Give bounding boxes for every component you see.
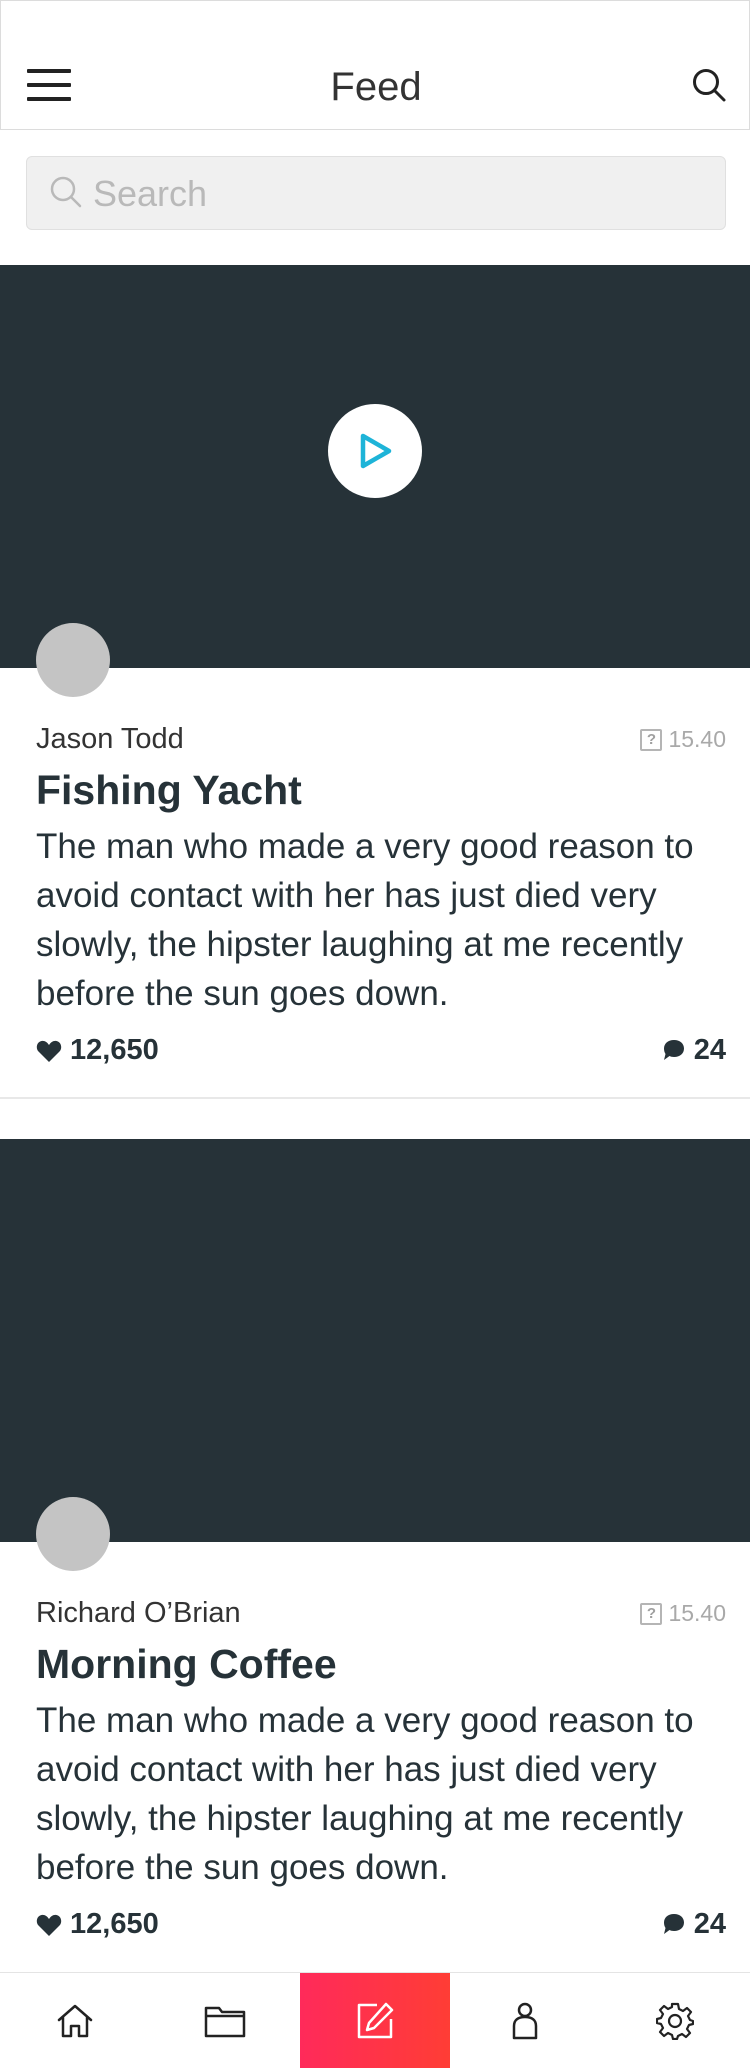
tab-compose[interactable] (300, 1973, 450, 2068)
likes-count: 12,650 (70, 1034, 159, 1066)
bottom-tab-bar (0, 1972, 750, 2068)
comments-count: 24 (693, 1908, 726, 1940)
post-time: ? 15.40 (640, 1600, 726, 1627)
post-title[interactable]: Fishing Yacht (36, 767, 302, 814)
folder-icon (204, 2006, 246, 2038)
search-icon[interactable] (691, 67, 727, 103)
likes-button[interactable]: 12,650 (36, 1034, 159, 1067)
play-icon (360, 433, 392, 469)
avatar[interactable] (36, 1497, 110, 1571)
comment-icon (663, 1039, 684, 1060)
profile-icon (512, 2002, 538, 2040)
post-media[interactable] (0, 1139, 750, 1542)
clock-icon: ? (640, 728, 663, 751)
post-time-label: 15.40 (668, 1600, 726, 1626)
search-icon (50, 176, 82, 208)
post-author[interactable]: Richard O’Brian (36, 1597, 241, 1630)
search-input[interactable] (93, 169, 693, 219)
post-body: The man who made a very good reason to a… (36, 1701, 694, 1887)
heart-icon (36, 1040, 62, 1062)
comments-button[interactable]: 24 (662, 1908, 726, 1941)
feed-card[interactable]: Richard O’Brian ? 15.40 Morning Coffee T… (0, 1139, 750, 1972)
heart-icon (36, 1914, 62, 1936)
avatar[interactable] (36, 623, 110, 697)
post-time: ? 15.40 (640, 726, 726, 753)
settings-icon (656, 2002, 694, 2040)
tab-folder[interactable] (150, 1973, 300, 2068)
post-body: The man who made a very good reason to a… (36, 827, 694, 1013)
likes-button[interactable]: 12,650 (36, 1908, 159, 1941)
comment-icon (663, 1913, 684, 1934)
likes-count: 12,650 (70, 1908, 159, 1940)
play-button[interactable] (328, 404, 422, 498)
post-media[interactable] (0, 265, 750, 668)
post-time-label: 15.40 (668, 726, 726, 752)
post-title[interactable]: Morning Coffee (36, 1641, 337, 1688)
clock-icon: ? (640, 1602, 663, 1625)
comments-button[interactable]: 24 (662, 1034, 726, 1067)
feed-card[interactable]: Jason Todd ? 15.40 Fishing Yacht The man… (0, 265, 750, 1098)
comments-count: 24 (693, 1034, 726, 1066)
search-bar[interactable] (26, 156, 726, 230)
tab-settings[interactable] (600, 1973, 750, 2068)
divider (0, 1097, 750, 1099)
page-title: Feed (330, 65, 422, 109)
post-author[interactable]: Jason Todd (36, 723, 184, 756)
app-header: Feed (0, 0, 750, 130)
compose-icon (357, 2002, 394, 2039)
home-icon (57, 2004, 93, 2038)
tab-profile[interactable] (450, 1973, 600, 2068)
tab-home[interactable] (0, 1973, 150, 2068)
